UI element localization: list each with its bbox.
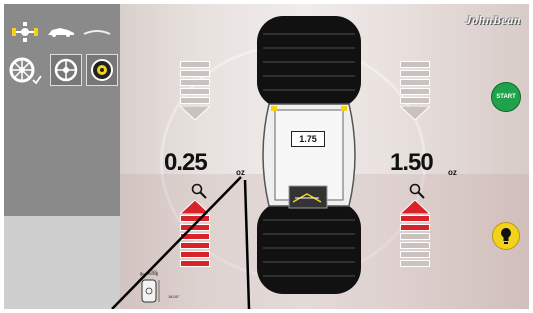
magnifier-icon[interactable] bbox=[191, 183, 207, 199]
wheel-selected-icon[interactable] bbox=[8, 56, 42, 86]
brand-logo: JohnBean bbox=[465, 13, 521, 27]
vehicle-axle-icon[interactable] bbox=[10, 22, 40, 42]
light-button[interactable] bbox=[492, 222, 520, 250]
right-plane-active-bars bbox=[400, 200, 430, 272]
sidebar-lower-panel bbox=[4, 216, 120, 309]
left-plane-unit: oz bbox=[236, 168, 245, 177]
dimension-side-label: 18.00" bbox=[168, 294, 180, 299]
sidebar bbox=[4, 4, 120, 309]
start-button[interactable]: START bbox=[491, 82, 521, 112]
wheel-balancer-screen: JohnBean 1.75 0.25 oz 1.50 oz START 8.50… bbox=[4, 4, 529, 309]
wheel-icon[interactable] bbox=[50, 54, 82, 86]
left-plane-active-bars bbox=[180, 200, 210, 272]
spoiler-icon[interactable] bbox=[82, 26, 112, 38]
wheel-diagram bbox=[257, 16, 361, 294]
right-plane-value: 1.50 bbox=[390, 149, 434, 176]
car-icon[interactable] bbox=[46, 26, 76, 38]
right-plane-empty-bars bbox=[400, 61, 430, 131]
left-plane-value: 0.25 bbox=[164, 149, 208, 176]
magnifier-icon[interactable] bbox=[409, 183, 425, 199]
center-readout: 1.75 bbox=[291, 131, 325, 147]
right-plane-unit: oz bbox=[448, 168, 457, 177]
lightbulb-icon bbox=[501, 228, 511, 244]
left-plane-empty-bars bbox=[180, 61, 210, 131]
dimension-top-label: 8.50" bbox=[148, 269, 158, 274]
wheel-sensor-icon[interactable] bbox=[86, 54, 118, 86]
